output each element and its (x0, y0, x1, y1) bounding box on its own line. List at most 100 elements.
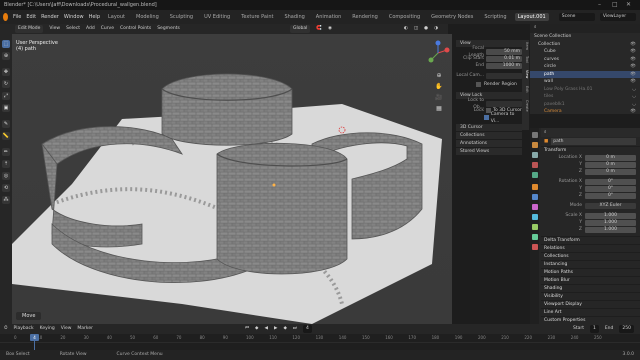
tab-create[interactable]: Create (522, 100, 529, 112)
menu-add[interactable]: Add (86, 24, 95, 34)
eye-icon[interactable]: 👁 (630, 48, 636, 56)
line-art-section[interactable]: Line Art (541, 308, 640, 316)
outliner-row[interactable]: wall 👁 (530, 78, 640, 86)
panel-collections-header[interactable]: Collections (456, 132, 522, 139)
transform-icon[interactable]: ▣ (2, 104, 10, 112)
custom-properties-section[interactable]: Custom Properties (541, 316, 640, 324)
randomize-icon[interactable]: ⁂ (2, 196, 10, 204)
camera-view-icon[interactable]: 🎥 (434, 92, 444, 103)
tab-modeling[interactable]: Modeling (133, 13, 162, 21)
eye-closed-icon[interactable]: ◡ (632, 93, 636, 101)
menu-edit[interactable]: Edit (26, 14, 36, 20)
minimize-icon[interactable]: – (598, 0, 601, 10)
rotation-y-field[interactable]: 0° (585, 185, 636, 192)
menu-marker[interactable]: Marker (77, 324, 93, 334)
scale-x-field[interactable]: 1.000 (585, 212, 636, 219)
draw-icon[interactable]: ✏ (2, 148, 10, 156)
filter-icon[interactable]: ⌕ (534, 25, 537, 30)
world-tab-icon[interactable] (531, 172, 538, 178)
tab-sculpting[interactable]: Sculpting (167, 13, 196, 21)
select-box-icon[interactable]: ⬚ (2, 40, 10, 48)
tool-tab-icon[interactable] (531, 132, 538, 138)
blender-logo-icon[interactable] (3, 13, 8, 21)
render-tab-icon[interactable] (531, 142, 538, 148)
pan-icon[interactable]: ✋ (434, 81, 444, 92)
shading-material-icon[interactable]: ◑ (434, 24, 438, 34)
scale-z-field[interactable]: 1.000 (585, 226, 636, 233)
last-operator-panel[interactable]: Move (16, 312, 42, 320)
start-frame-field[interactable]: 1 (589, 325, 599, 333)
rotation-mode-dropdown[interactable]: XYZ Euler (585, 202, 636, 209)
shading-solid-icon[interactable]: ● (424, 24, 428, 34)
location-z-field[interactable]: 0 m (585, 168, 636, 175)
outliner-row[interactable]: Low Poly Grass Ha.01 ◡ (530, 86, 640, 94)
scene-tab-icon[interactable] (531, 162, 538, 168)
zoom-icon[interactable]: ⊕ (434, 70, 444, 81)
camera-to-view-checkbox[interactable] (484, 115, 489, 120)
rotation-x-field[interactable]: 0° (585, 178, 636, 185)
outliner-row[interactable]: tiles ◡ (530, 93, 640, 101)
current-frame-field[interactable]: 4 (302, 325, 312, 333)
relations-section[interactable]: Relations (541, 244, 640, 252)
timeline[interactable]: 0 10 20 30 40 50 60 70 80 90 100 110 120 130 140 150 160… (0, 334, 640, 350)
snap-icon[interactable]: 🧲 (316, 24, 322, 34)
xray-icon[interactable]: ◫ (414, 24, 418, 34)
delta-transform-section[interactable]: Delta Transform (541, 236, 640, 244)
scale-icon[interactable]: ⤢ (2, 92, 10, 100)
rotate-icon[interactable]: ↻ (2, 80, 10, 88)
object-tab-icon[interactable] (531, 184, 538, 190)
collections-section[interactable]: Collections (541, 252, 640, 260)
play-icon[interactable]: ▶ (274, 324, 277, 334)
menu-render[interactable]: Render (41, 14, 59, 20)
tab-shading[interactable]: Shading (281, 13, 307, 21)
tilt-icon[interactable]: ⟲ (2, 184, 10, 192)
cursor-icon[interactable]: ⊕ (2, 52, 10, 60)
constraints-tab-icon[interactable] (531, 224, 538, 230)
eye-icon[interactable]: 👁 (630, 78, 636, 86)
menu-select[interactable]: Select (66, 24, 80, 34)
tab-animation[interactable]: Animation (313, 13, 345, 21)
eye-icon[interactable]: 👁 (630, 56, 636, 64)
menu-help[interactable]: Help (89, 14, 100, 20)
menu-view[interactable]: View (61, 324, 72, 334)
outliner-row[interactable]: circle 👁 (530, 63, 640, 71)
clip-start-field[interactable]: 0.01 m (486, 55, 522, 62)
tab-tool[interactable]: Tool (522, 56, 529, 63)
tab-layout-001[interactable]: Layout.001 (514, 13, 549, 21)
eye-icon[interactable]: 👁 (630, 108, 636, 116)
proportional-icon[interactable]: ◉ (328, 24, 332, 34)
render-region-checkbox[interactable] (476, 82, 481, 87)
end-frame-field[interactable]: 250 (619, 325, 634, 333)
tab-geometry-nodes[interactable]: Geometry Nodes (428, 13, 476, 21)
mode-selector[interactable]: Edit Mode (15, 25, 44, 33)
eye-closed-icon[interactable]: ◡ (632, 101, 636, 109)
output-tab-icon[interactable] (531, 152, 538, 158)
eye-icon[interactable]: 👁 (630, 63, 636, 71)
outliner-row[interactable]: Cube 👁 (530, 48, 640, 56)
jump-start-icon[interactable]: ⏮ (245, 324, 249, 334)
menu-window[interactable]: Window (64, 14, 84, 20)
modifier-tab-icon[interactable] (531, 194, 538, 200)
motion-paths-section[interactable]: Motion Paths (541, 268, 640, 276)
properties-search[interactable]: ⌕ (541, 128, 640, 137)
jump-end-icon[interactable]: ⏭ (293, 324, 297, 334)
eye-icon[interactable]: 👁 (630, 71, 636, 79)
panel-stored-views-header[interactable]: Stored Views (456, 148, 522, 155)
tab-edit[interactable]: Edit (522, 86, 529, 93)
menu-control-points[interactable]: Control Points (120, 24, 151, 34)
annotate-icon[interactable]: ✎ (2, 120, 10, 128)
grid-icon[interactable]: ▦ (434, 103, 444, 114)
focal-length-field[interactable]: 50 mm (486, 48, 522, 55)
eye-closed-icon[interactable]: ◡ (632, 86, 636, 94)
menu-playback[interactable]: Playback (14, 324, 34, 334)
outliner-row[interactable]: Collection 👁 (530, 41, 640, 49)
shading-section[interactable]: Shading (541, 284, 640, 292)
view-layer-selector[interactable]: ViewLayer (599, 13, 636, 21)
outliner-row[interactable]: curves 👁 (530, 56, 640, 64)
location-x-field[interactable]: 0 m (585, 154, 636, 161)
next-key-icon[interactable]: ◆ (283, 324, 286, 334)
prev-key-icon[interactable]: ◆ (255, 324, 258, 334)
data-tab-icon[interactable] (531, 234, 538, 240)
timeline-editor-icon[interactable]: ⏱ (4, 324, 8, 334)
menu-keying[interactable]: Keying (40, 324, 55, 334)
